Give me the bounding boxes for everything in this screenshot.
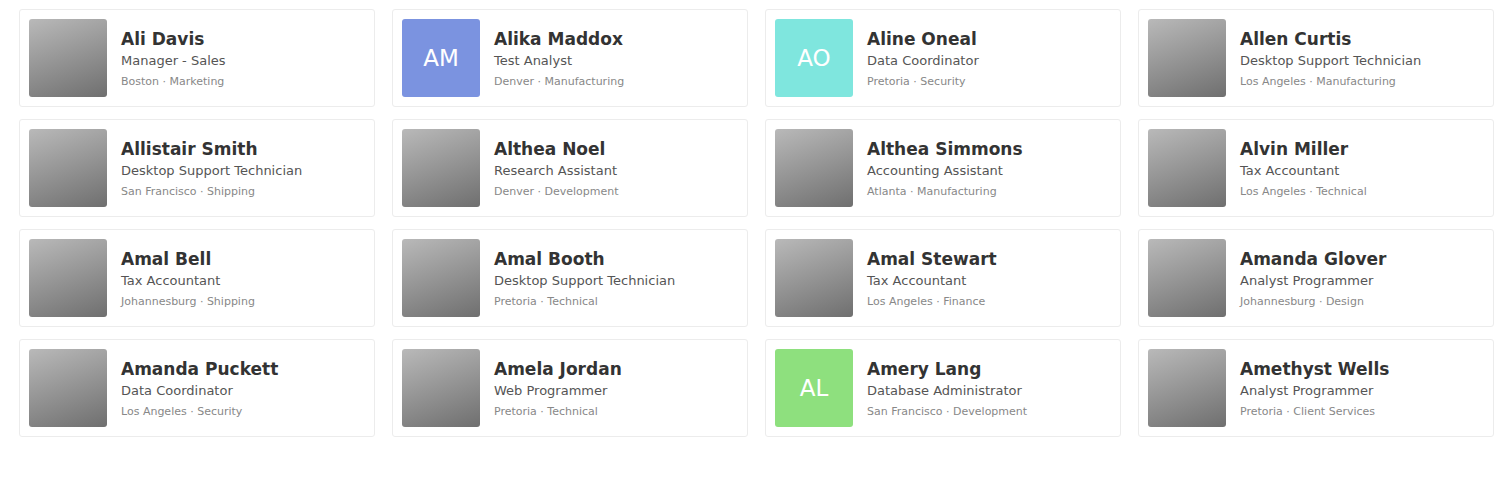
person-title: Web Programmer: [494, 383, 622, 398]
person-info: Amela Jordan Web Programmer Pretoria · Tec…: [494, 358, 622, 418]
person-card[interactable]: Alvin Miller Tax Accountant Los Angeles · …: [1138, 119, 1494, 217]
person-name: Althea Noel: [494, 138, 619, 160]
person-location: Denver · Development: [494, 185, 619, 198]
person-location: Pretoria · Technical: [494, 295, 675, 308]
avatar-photo: [402, 129, 480, 207]
person-info: Amal Bell Tax Accountant Johannesburg · Sh…: [121, 248, 255, 308]
person-location: Pretoria · Security: [867, 75, 979, 88]
person-name: Amanda Puckett: [121, 358, 278, 380]
avatar-initials: AO: [775, 19, 853, 97]
person-card[interactable]: AO Aline Oneal Data Coordinator Pretoria · …: [765, 9, 1121, 107]
person-location: Denver · Manufacturing: [494, 75, 624, 88]
person-card[interactable]: Amanda Glover Analyst Programmer Johannesb…: [1138, 229, 1494, 327]
person-info: Alika Maddox Test Analyst Denver · Manufac…: [494, 28, 624, 88]
people-grid: Ali Davis Manager - Sales Boston · Marketi…: [0, 0, 1509, 437]
person-info: Althea Noel Research Assistant Denver · De…: [494, 138, 619, 198]
person-card[interactable]: AM Alika Maddox Test Analyst Denver · Manuf…: [392, 9, 748, 107]
person-location: Pretoria · Technical: [494, 405, 622, 418]
person-card[interactable]: Althea Simmons Accounting Assistant Atlant…: [765, 119, 1121, 217]
person-info: Alvin Miller Tax Accountant Los Angeles · …: [1240, 138, 1367, 198]
person-card[interactable]: Amethyst Wells Analyst Programmer Pretoria…: [1138, 339, 1494, 437]
person-location: San Francisco · Development: [867, 405, 1027, 418]
person-info: Amanda Glover Analyst Programmer Johannesb…: [1240, 248, 1386, 308]
person-title: Data Coordinator: [121, 383, 278, 398]
avatar-photo: [402, 349, 480, 427]
person-location: Los Angeles · Manufacturing: [1240, 75, 1421, 88]
person-card[interactable]: Amanda Puckett Data Coordinator Los Angele…: [19, 339, 375, 437]
person-name: Althea Simmons: [867, 138, 1023, 160]
avatar-photo: [775, 129, 853, 207]
person-name: Amethyst Wells: [1240, 358, 1389, 380]
person-info: Allen Curtis Desktop Support Technician Lo…: [1240, 28, 1421, 88]
person-info: Allistair Smith Desktop Support Technicia…: [121, 138, 302, 198]
person-name: Aline Oneal: [867, 28, 979, 50]
person-name: Amal Bell: [121, 248, 255, 270]
avatar-initials: AL: [775, 349, 853, 427]
avatar-photo: [1148, 19, 1226, 97]
person-location: Los Angeles · Technical: [1240, 185, 1367, 198]
person-title: Accounting Assistant: [867, 163, 1023, 178]
person-title: Tax Accountant: [1240, 163, 1367, 178]
person-title: Manager - Sales: [121, 53, 226, 68]
avatar-photo: [775, 239, 853, 317]
person-name: Alika Maddox: [494, 28, 624, 50]
person-card[interactable]: Amal Stewart Tax Accountant Los Angeles · …: [765, 229, 1121, 327]
person-title: Database Administrator: [867, 383, 1027, 398]
person-card[interactable]: Althea Noel Research Assistant Denver · De…: [392, 119, 748, 217]
person-card[interactable]: Amal Booth Desktop Support Technician Pret…: [392, 229, 748, 327]
avatar-photo: [29, 129, 107, 207]
person-info: Amanda Puckett Data Coordinator Los Angele…: [121, 358, 278, 418]
person-card[interactable]: Allen Curtis Desktop Support Technician Lo…: [1138, 9, 1494, 107]
person-location: Johannesburg · Shipping: [121, 295, 255, 308]
person-name: Alvin Miller: [1240, 138, 1367, 160]
person-name: Ali Davis: [121, 28, 226, 50]
person-info: Amal Booth Desktop Support Technician Pret…: [494, 248, 675, 308]
person-info: Ali Davis Manager - Sales Boston · Marketi…: [121, 28, 226, 88]
person-card[interactable]: AL Amery Lang Database Administrator San Fr…: [765, 339, 1121, 437]
person-location: Los Angeles · Security: [121, 405, 278, 418]
person-name: Amanda Glover: [1240, 248, 1386, 270]
person-info: Amery Lang Database Administrator San Fran…: [867, 358, 1027, 418]
person-name: Amal Booth: [494, 248, 675, 270]
person-title: Research Assistant: [494, 163, 619, 178]
avatar-photo: [1148, 349, 1226, 427]
person-title: Tax Accountant: [867, 273, 997, 288]
person-location: Johannesburg · Design: [1240, 295, 1386, 308]
person-title: Desktop Support Technician: [1240, 53, 1421, 68]
avatar-photo: [29, 239, 107, 317]
person-info: Aline Oneal Data Coordinator Pretoria · Se…: [867, 28, 979, 88]
person-card[interactable]: Amal Bell Tax Accountant Johannesburg · Sh…: [19, 229, 375, 327]
person-location: Los Angeles · Finance: [867, 295, 997, 308]
avatar-photo: [29, 19, 107, 97]
person-title: Analyst Programmer: [1240, 273, 1386, 288]
person-location: San Francisco · Shipping: [121, 185, 302, 198]
person-info: Amethyst Wells Analyst Programmer Pretoria…: [1240, 358, 1389, 418]
person-location: Atlanta · Manufacturing: [867, 185, 1023, 198]
person-location: Pretoria · Client Services: [1240, 405, 1389, 418]
person-info: Althea Simmons Accounting Assistant Atlant…: [867, 138, 1023, 198]
person-name: Amela Jordan: [494, 358, 622, 380]
person-title: Test Analyst: [494, 53, 624, 68]
person-location: Boston · Marketing: [121, 75, 226, 88]
person-name: Allistair Smith: [121, 138, 302, 160]
person-card[interactable]: Amela Jordan Web Programmer Pretoria · Tec…: [392, 339, 748, 437]
avatar-photo: [1148, 129, 1226, 207]
avatar-photo: [402, 239, 480, 317]
avatar-initials: AM: [402, 19, 480, 97]
person-title: Desktop Support Technician: [121, 163, 302, 178]
person-title: Desktop Support Technician: [494, 273, 675, 288]
person-title: Analyst Programmer: [1240, 383, 1389, 398]
person-title: Data Coordinator: [867, 53, 979, 68]
person-card[interactable]: Ali Davis Manager - Sales Boston · Marketi…: [19, 9, 375, 107]
avatar-photo: [1148, 239, 1226, 317]
person-name: Amery Lang: [867, 358, 1027, 380]
person-name: Amal Stewart: [867, 248, 997, 270]
person-title: Tax Accountant: [121, 273, 255, 288]
avatar-photo: [29, 349, 107, 427]
person-info: Amal Stewart Tax Accountant Los Angeles · …: [867, 248, 997, 308]
person-card[interactable]: Allistair Smith Desktop Support Technicia…: [19, 119, 375, 217]
person-name: Allen Curtis: [1240, 28, 1421, 50]
